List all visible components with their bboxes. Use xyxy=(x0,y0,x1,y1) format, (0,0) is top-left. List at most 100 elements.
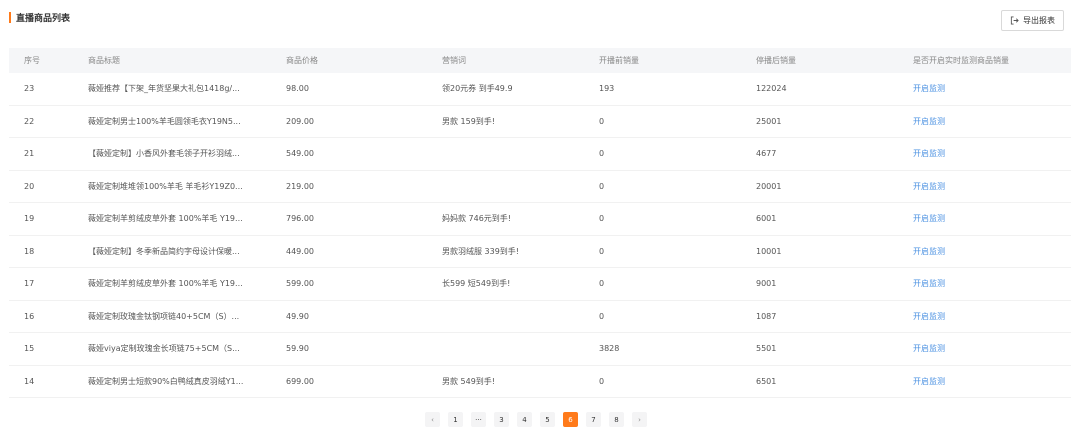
enable-monitor-link[interactable]: 开启监测 xyxy=(913,181,1071,192)
cell-before: 0 xyxy=(599,181,605,191)
page-ellipsis[interactable]: ··· xyxy=(471,412,486,427)
table-row: 15 薇娅viya定制玫瑰金长项链75+5CM（S... 59.90 3828 5501… xyxy=(9,333,1071,366)
cell-title: 薇娅推荐【下架_年货坚果大礼包1418g/... xyxy=(88,84,240,94)
cell-after: 4677 xyxy=(756,149,777,159)
cell-title: 薇娅定制玫瑰金钛钢项链40+5CM（S）... xyxy=(88,311,240,321)
enable-monitor-link[interactable]: 开启监测 xyxy=(913,116,1071,127)
cell-title: 薇娅viya定制玫瑰金长项链75+5CM（S... xyxy=(88,344,240,354)
cell-no: 17 xyxy=(24,279,35,289)
table-row: 17 薇娅定制羊剪绒皮草外套 100%羊毛 Y19... 599.00 长599 短5… xyxy=(9,268,1071,301)
page-button[interactable]: 3 xyxy=(494,412,509,427)
cell-title: 薇娅定制男士100%羊毛圆领毛衣Y19N5... xyxy=(88,116,241,126)
page-button[interactable]: 4 xyxy=(517,412,532,427)
cell-after: 10001 xyxy=(756,246,782,256)
export-icon xyxy=(1010,16,1019,25)
cell-promo: 男款 549到手! xyxy=(442,376,496,386)
section-title: 直播商品列表 xyxy=(9,11,70,24)
next-page-button[interactable]: › xyxy=(632,412,647,427)
cell-title: 薇娅定制羊剪绒皮草外套 100%羊毛 Y19... xyxy=(88,279,243,289)
cell-title: 薇娅定制堆堆领100%羊毛 羊毛衫Y19Z0... xyxy=(88,181,243,191)
cell-before: 3828 xyxy=(599,344,620,354)
cell-no: 23 xyxy=(24,84,35,94)
column-header: 停播后销量 xyxy=(756,56,796,65)
cell-after: 6001 xyxy=(756,214,777,224)
page-button[interactable]: 7 xyxy=(586,412,601,427)
table-row: 23 薇娅推荐【下架_年货坚果大礼包1418g/... 98.00 领20元券 到手4… xyxy=(9,73,1071,106)
page-button[interactable]: 8 xyxy=(609,412,624,427)
cell-after: 20001 xyxy=(756,181,782,191)
cell-price: 549.00 xyxy=(286,149,314,159)
page-numbers: 1 ··· 3 4 5 6 7 8 xyxy=(448,412,624,427)
product-table: 序号 商品标题 商品价格 营销词 开播前销量 停播后销量 是否开启实时监测商品销量 23 薇娅… xyxy=(9,48,1071,398)
table-row: 14 薇娅定制男士短款90%白鸭绒真皮羽绒Y1... 699.00 男款 549到手!… xyxy=(9,366,1071,398)
cell-price: 219.00 xyxy=(286,181,314,191)
cell-after: 6501 xyxy=(756,376,777,386)
cell-title: 【薇娅定制】小香风外套毛领子开衫羽绒... xyxy=(88,149,240,159)
table-row: 19 薇娅定制羊剪绒皮草外套 100%羊毛 Y19... 796.00 妈妈款 746… xyxy=(9,203,1071,236)
export-report-label: 导出报表 xyxy=(1023,16,1055,25)
cell-after: 25001 xyxy=(756,116,782,126)
pagination: ‹ 1 ··· 3 4 5 6 7 8 › xyxy=(425,412,647,427)
table-row: 16 薇娅定制玫瑰金钛钢项链40+5CM（S）... 49.90 0 1087 开启监测 xyxy=(9,301,1071,333)
cell-price: 59.90 xyxy=(286,344,309,354)
cell-before: 0 xyxy=(599,214,605,224)
table-row: 21 【薇娅定制】小香风外套毛领子开衫羽绒... 549.00 0 4677 开启监测 xyxy=(9,138,1071,171)
cell-title: 【薇娅定制】冬季新品简约字母设计保暖... xyxy=(88,246,240,256)
cell-no: 22 xyxy=(24,116,35,126)
cell-no: 14 xyxy=(24,376,35,386)
enable-monitor-link[interactable]: 开启监测 xyxy=(913,246,1071,257)
cell-no: 19 xyxy=(24,214,35,224)
cell-promo: 领20元券 到手49.9 xyxy=(442,84,513,94)
page-button[interactable]: 5 xyxy=(540,412,555,427)
page-button[interactable]: 1 xyxy=(448,412,463,427)
cell-after: 122024 xyxy=(756,84,787,94)
export-report-button[interactable]: 导出报表 xyxy=(1001,10,1064,31)
cell-no: 18 xyxy=(24,246,35,256)
cell-after: 1087 xyxy=(756,311,777,321)
column-header: 是否开启实时监测商品销量 xyxy=(913,56,1009,65)
table-row: 22 薇娅定制男士100%羊毛圆领毛衣Y19N5... 209.00 男款 159到手… xyxy=(9,106,1071,138)
enable-monitor-link[interactable]: 开启监测 xyxy=(913,278,1071,289)
cell-before: 0 xyxy=(599,311,605,321)
cell-after: 9001 xyxy=(756,279,777,289)
column-header: 营销词 xyxy=(442,56,466,65)
cell-price: 209.00 xyxy=(286,116,314,126)
cell-after: 5501 xyxy=(756,344,777,354)
enable-monitor-link[interactable]: 开启监测 xyxy=(913,83,1071,94)
column-header: 商品标题 xyxy=(88,56,120,65)
page-button[interactable]: 6 xyxy=(563,412,578,427)
enable-monitor-link[interactable]: 开启监测 xyxy=(913,311,1071,322)
enable-monitor-link[interactable]: 开启监测 xyxy=(913,148,1071,159)
enable-monitor-link[interactable]: 开启监测 xyxy=(913,343,1071,354)
cell-no: 21 xyxy=(24,149,35,159)
table-row: 20 薇娅定制堆堆领100%羊毛 羊毛衫Y19Z0... 219.00 0 20001 开… xyxy=(9,171,1071,203)
table-header: 序号 商品标题 商品价格 营销词 开播前销量 停播后销量 是否开启实时监测商品销量 xyxy=(9,48,1071,73)
title-accent-bar xyxy=(9,12,11,23)
cell-before: 0 xyxy=(599,149,605,159)
cell-before: 193 xyxy=(599,84,615,94)
cell-price: 98.00 xyxy=(286,84,309,94)
cell-before: 0 xyxy=(599,279,605,289)
cell-title: 薇娅定制男士短款90%白鸭绒真皮羽绒Y1... xyxy=(88,376,244,386)
cell-promo: 男款羽绒服 339到手! xyxy=(442,246,520,256)
cell-no: 15 xyxy=(24,344,35,354)
page-title: 直播商品列表 xyxy=(16,14,71,24)
cell-before: 0 xyxy=(599,376,605,386)
column-header: 序号 xyxy=(24,56,40,65)
table-body: 23 薇娅推荐【下架_年货坚果大礼包1418g/... 98.00 领20元券 到手4… xyxy=(9,73,1071,398)
cell-no: 16 xyxy=(24,311,35,321)
cell-no: 20 xyxy=(24,181,35,191)
column-header: 开播前销量 xyxy=(599,56,639,65)
column-header: 商品价格 xyxy=(286,56,318,65)
cell-title: 薇娅定制羊剪绒皮草外套 100%羊毛 Y19... xyxy=(88,214,243,224)
cell-promo: 男款 159到手! xyxy=(442,116,496,126)
table-row: 18 【薇娅定制】冬季新品简约字母设计保暖... 449.00 男款羽绒服 339到手… xyxy=(9,236,1071,268)
enable-monitor-link[interactable]: 开启监测 xyxy=(913,213,1071,224)
cell-price: 599.00 xyxy=(286,279,314,289)
cell-price: 699.00 xyxy=(286,376,314,386)
cell-price: 449.00 xyxy=(286,246,314,256)
enable-monitor-link[interactable]: 开启监测 xyxy=(913,376,1071,387)
cell-price: 49.90 xyxy=(286,311,309,321)
prev-page-button[interactable]: ‹ xyxy=(425,412,440,427)
cell-price: 796.00 xyxy=(286,214,314,224)
